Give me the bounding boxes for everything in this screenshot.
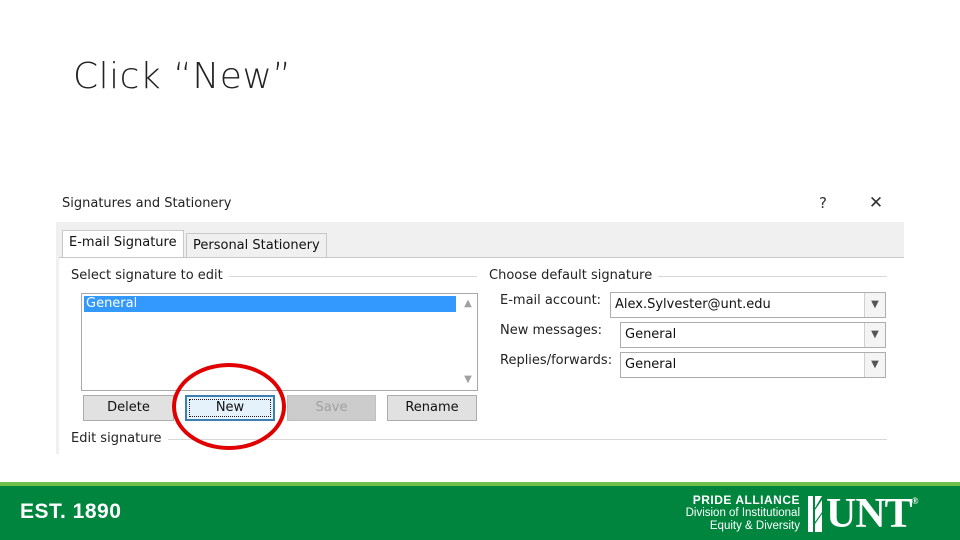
division-line-1: Division of Institutional — [685, 507, 800, 519]
edit-signature-label: Edit signature — [71, 431, 168, 446]
pride-alliance-title: PRIDE ALLIANCE — [692, 493, 800, 507]
slide-title: Click “New” — [73, 56, 292, 97]
footer-bar: EST. 1890 PRIDE ALLIANCE Division of Ins… — [0, 482, 960, 540]
chevron-down-icon[interactable]: ▼ — [462, 374, 474, 386]
email-account-value: Alex.Sylvester@unt.edu — [615, 297, 771, 312]
unt-eagle-mark-icon — [808, 496, 822, 532]
email-account-label: E-mail account: — [500, 293, 602, 308]
delete-button[interactable]: Delete — [83, 395, 174, 421]
chevron-up-icon[interactable]: ▲ — [462, 298, 474, 310]
save-button[interactable]: Save — [287, 395, 376, 421]
new-messages-label: New messages: — [500, 323, 603, 338]
replies-forwards-label: Replies/forwards: — [500, 353, 613, 368]
pride-alliance-block: PRIDE ALLIANCE Division of Institutional… — [662, 494, 800, 533]
dialog-title: Signatures and Stationery — [62, 196, 232, 211]
highlight-circle — [172, 363, 286, 450]
signature-list-scrollbar[interactable]: ▲ ▼ — [459, 294, 477, 390]
rename-button[interactable]: Rename — [387, 395, 477, 421]
signature-list[interactable]: General ▲ ▼ — [81, 293, 478, 391]
chevron-down-icon[interactable]: ▼ — [864, 323, 885, 347]
unt-logo-text: UNT — [826, 491, 913, 537]
help-button[interactable]: ? — [816, 193, 830, 213]
replies-forwards-select[interactable]: General ▼ — [620, 352, 886, 378]
new-messages-value: General — [625, 327, 677, 342]
tab-email-signature[interactable]: E-mail Signature — [62, 230, 184, 257]
division-line-2: Equity & Diversity — [709, 520, 800, 532]
select-signature-label: Select signature to edit — [71, 268, 229, 283]
unt-logo: UNT® — [826, 490, 919, 538]
chevron-down-icon[interactable]: ▼ — [864, 353, 885, 377]
email-account-select[interactable]: Alex.Sylvester@unt.edu ▼ — [610, 292, 886, 318]
signature-item-general[interactable]: General — [84, 296, 456, 312]
chevron-down-icon[interactable]: ▼ — [864, 293, 885, 317]
replies-forwards-value: General — [625, 357, 677, 372]
registered-mark: ® — [911, 496, 919, 506]
close-icon[interactable]: ✕ — [866, 193, 886, 213]
default-signature-label: Choose default signature — [489, 268, 659, 283]
new-messages-select[interactable]: General ▼ — [620, 322, 886, 348]
dialog-titlebar: Signatures and Stationery ? ✕ — [56, 186, 904, 222]
tab-personal-stationery[interactable]: Personal Stationery — [186, 233, 327, 257]
est-1890-text: EST. 1890 — [20, 500, 122, 523]
